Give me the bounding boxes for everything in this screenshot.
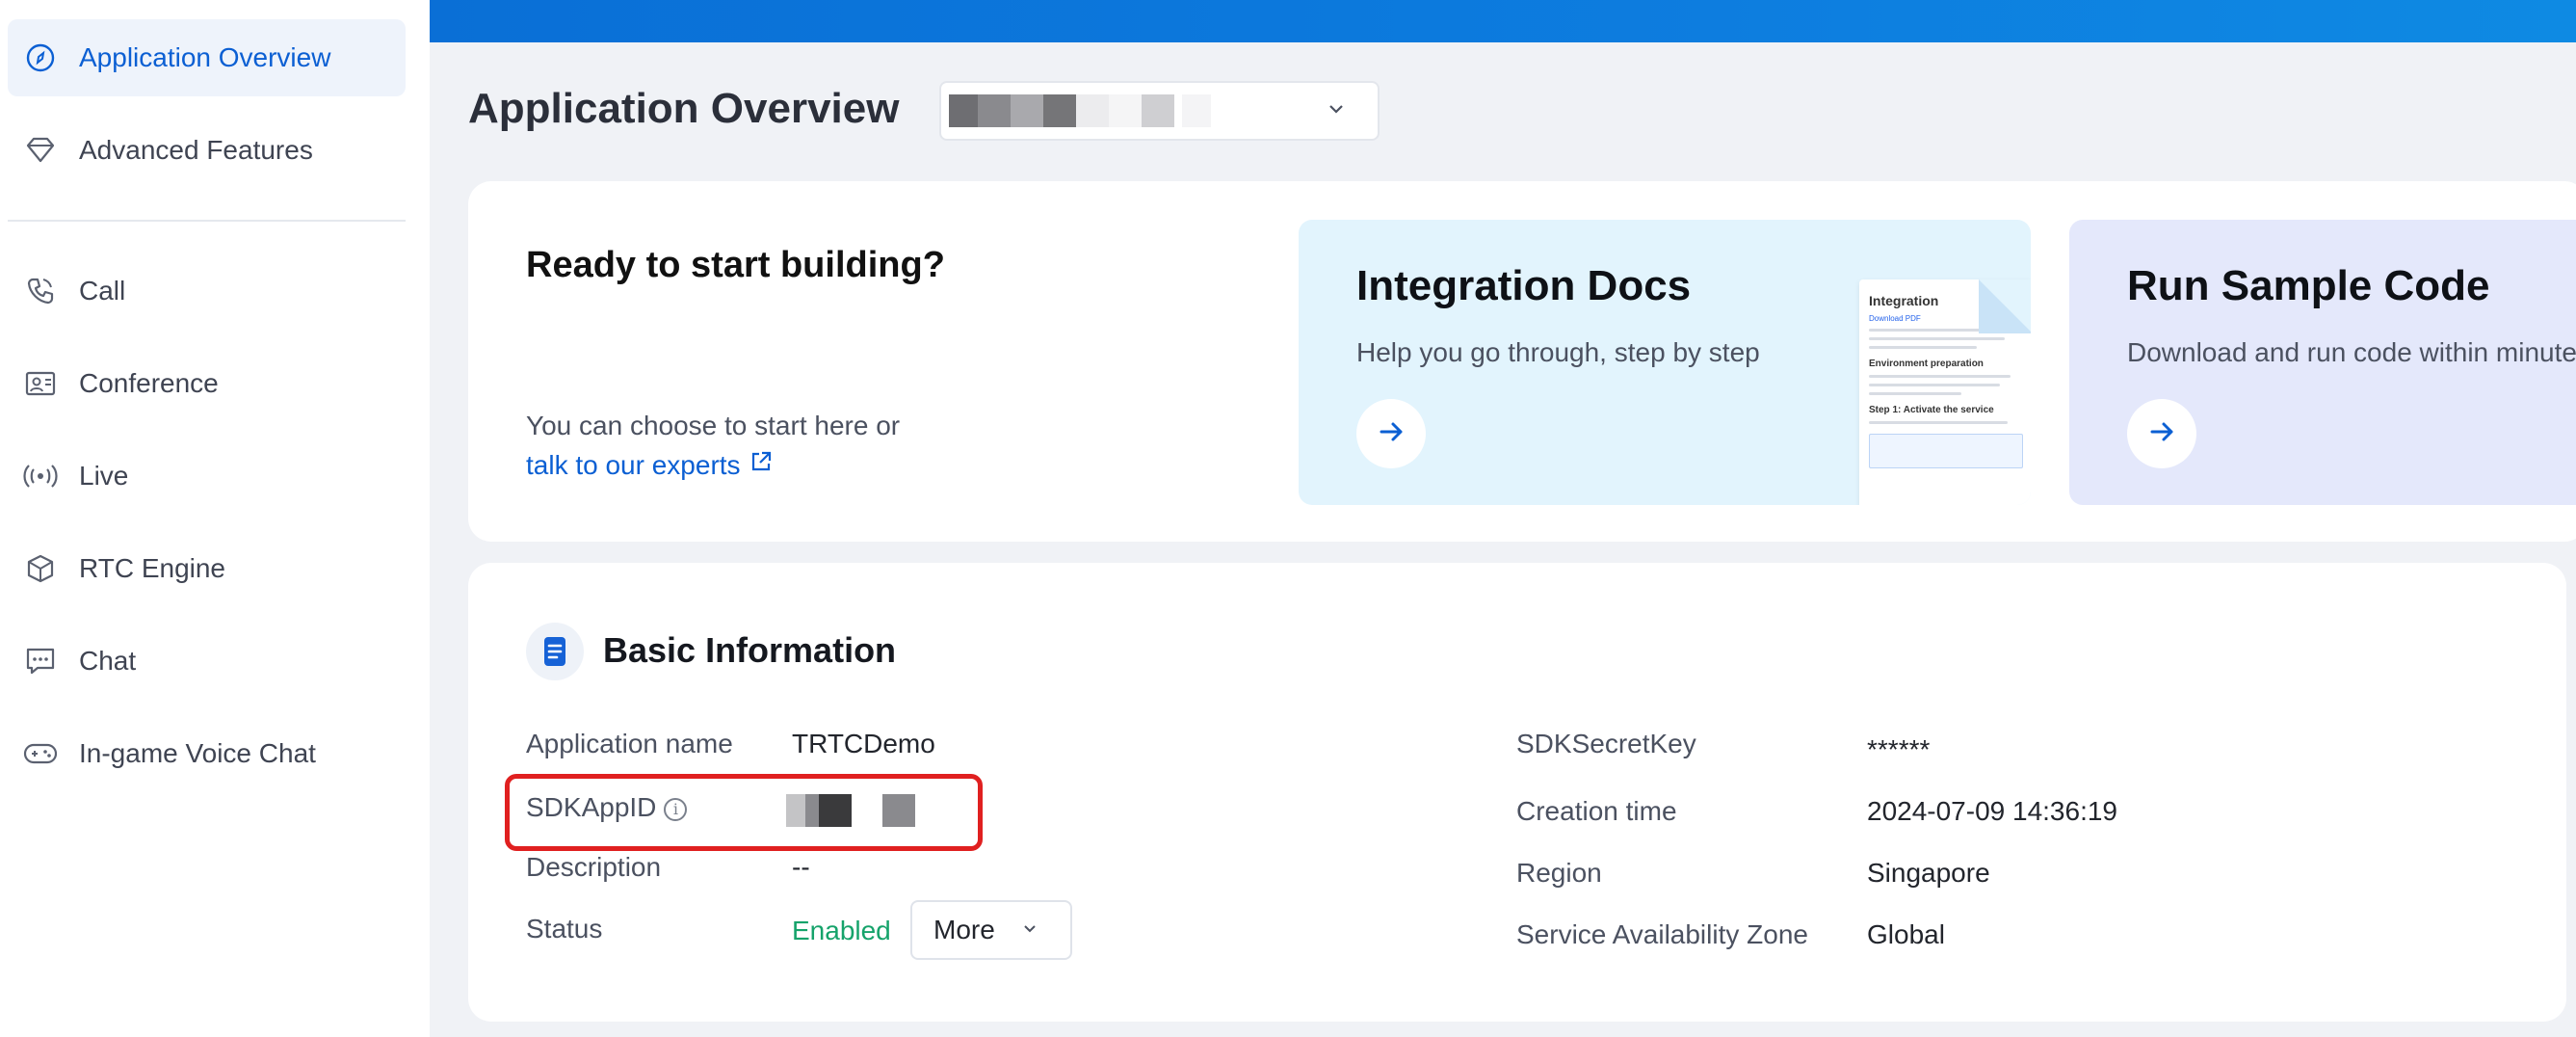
thumbnail-heading: Step 1: Activate the service [1869, 405, 1994, 415]
status-label: Status [526, 914, 603, 944]
integration-docs-title: Integration Docs [1356, 262, 1692, 309]
broadcast-icon [21, 457, 60, 495]
document-thumbnail: Integration Download PDF Environment pre… [1859, 279, 2031, 505]
application-name-label: Application name [526, 729, 733, 758]
thumbnail-line [1869, 421, 2008, 424]
sidebar: Application Overview Advanced Features C… [0, 0, 430, 1037]
talk-to-experts-link[interactable]: talk to our experts [526, 449, 774, 481]
masked-value [1109, 94, 1142, 127]
sidebar-item-call[interactable]: Call [8, 253, 406, 330]
masked-value [949, 94, 978, 127]
conference-icon [21, 364, 60, 403]
sidebar-item-label: Conference [79, 368, 219, 398]
sdksecretkey-label: SDKSecretKey [1516, 729, 1696, 758]
thumbnail-line [1869, 392, 1961, 395]
start-description: You can choose to start here or [526, 411, 901, 440]
sidebar-item-label: In-game Voice Chat [79, 738, 316, 768]
description-label: Description [526, 852, 662, 882]
status-value: Enabled [792, 916, 891, 945]
thumbnail-line [1869, 337, 2005, 340]
sidebar-item-conference[interactable]: Conference [8, 345, 406, 422]
gamepad-icon [21, 734, 60, 773]
more-label: More [933, 915, 995, 944]
masked-value [1182, 94, 1211, 127]
sidebar-item-label: Chat [79, 646, 137, 676]
chat-icon [21, 642, 60, 680]
masked-value [1076, 94, 1109, 127]
sidebar-item-label: Application Overview [79, 42, 331, 72]
run-sample-code-arrow-button[interactable] [2127, 399, 2196, 468]
sdksecretkey-value: ****** [1867, 734, 1931, 764]
application-name-value: TRTCDemo [792, 729, 935, 758]
region-value: Singapore [1867, 858, 1990, 888]
sdkappid-highlight-box [505, 774, 983, 851]
sidebar-item-live[interactable]: Live [8, 438, 406, 515]
sidebar-item-label: RTC Engine [79, 553, 226, 583]
chevron-down-icon [1326, 98, 1347, 124]
phone-icon [21, 272, 60, 310]
cube-icon [21, 549, 60, 588]
description-value: -- [792, 852, 810, 882]
integration-docs-arrow-button[interactable] [1356, 399, 1426, 468]
section-title: Basic Information [603, 630, 897, 670]
more-dropdown-button[interactable]: More [910, 900, 1072, 960]
external-link-icon [749, 449, 774, 481]
integration-docs-subtitle: Help you go through, step by step [1356, 337, 1760, 367]
sidebar-item-chat[interactable]: Chat [8, 623, 406, 700]
compass-icon [21, 39, 60, 77]
arrow-right-icon [1376, 416, 1406, 452]
thumbnail-line [1869, 384, 2000, 386]
integration-docs-card[interactable]: Integration Docs Help you go through, st… [1299, 220, 2031, 505]
creation-time-value: 2024-07-09 14:36:19 [1867, 796, 2117, 826]
creation-time-label: Creation time [1516, 796, 1677, 826]
sidebar-item-application-overview[interactable]: Application Overview [8, 19, 406, 96]
thumbnail-line [1869, 346, 1977, 349]
sidebar-item-label: Live [79, 461, 129, 491]
page-title: Application Overview [468, 85, 900, 132]
talk-to-experts-label: talk to our experts [526, 449, 741, 480]
thumbnail-note [1869, 434, 2023, 468]
start-building-panel: Ready to start building? You can choose … [468, 181, 2576, 542]
service-availability-zone-label: Service Availability Zone [1516, 919, 1808, 949]
thumbnail-line [1869, 375, 2011, 378]
masked-value [1011, 94, 1043, 127]
masked-value [1043, 94, 1076, 127]
run-sample-code-card[interactable]: Run Sample Code Download and run code wi… [2069, 220, 2576, 505]
service-availability-zone-value: Global [1867, 919, 1945, 949]
document-icon [526, 623, 584, 680]
sidebar-item-label: Advanced Features [79, 135, 313, 165]
sidebar-item-rtc-engine[interactable]: RTC Engine [8, 530, 406, 607]
application-select[interactable] [939, 81, 1380, 141]
start-title: Ready to start building? [526, 245, 945, 285]
masked-value [978, 94, 1011, 127]
region-label: Region [1516, 858, 1602, 888]
chevron-down-icon [1020, 915, 1039, 945]
diamond-icon [21, 131, 60, 170]
sidebar-divider [8, 220, 406, 222]
arrow-right-icon [2146, 416, 2177, 452]
page-fold [1979, 279, 2031, 333]
sidebar-item-in-game-voice-chat[interactable]: In-game Voice Chat [8, 715, 406, 792]
run-sample-code-subtitle: Download and run code within minutes [2127, 337, 2576, 367]
run-sample-code-title: Run Sample Code [2127, 262, 2490, 309]
thumbnail-heading: Environment preparation [1869, 359, 1984, 369]
sidebar-item-label: Call [79, 276, 126, 306]
sidebar-item-advanced-features[interactable]: Advanced Features [8, 112, 406, 189]
masked-value [1142, 94, 1174, 127]
top-banner [430, 0, 2576, 42]
